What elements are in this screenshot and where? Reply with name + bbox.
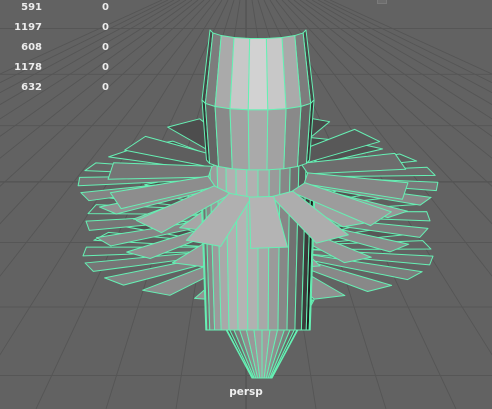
hud-row: 1178 0 bbox=[0, 62, 120, 78]
hud-row: 1197 0 bbox=[0, 22, 120, 38]
hud-value: 1197 bbox=[14, 22, 42, 33]
hud-value: 1178 bbox=[14, 62, 42, 73]
crown-face bbox=[229, 36, 251, 111]
perspective-viewport[interactable]: 591 0 1197 0 608 0 1178 0 632 0 persp bbox=[0, 0, 492, 409]
viewport-corner-marker bbox=[377, 0, 387, 4]
hud-row: 608 0 bbox=[0, 42, 120, 58]
crown-face bbox=[247, 38, 269, 111]
camera-label: persp bbox=[229, 386, 263, 398]
crown-face bbox=[247, 109, 269, 171]
crown-face bbox=[266, 108, 287, 171]
hud-value: 591 bbox=[21, 2, 42, 13]
body-face bbox=[235, 159, 249, 331]
hud-row: 591 0 bbox=[0, 2, 120, 18]
hud-value: 0 bbox=[102, 62, 109, 73]
hud-value: 632 bbox=[21, 82, 42, 93]
hud-value: 608 bbox=[21, 42, 42, 53]
crown-face bbox=[229, 108, 250, 171]
hud-value: 0 bbox=[102, 82, 109, 93]
hud-value: 0 bbox=[102, 22, 109, 33]
hud-value: 0 bbox=[102, 42, 109, 53]
crown-face bbox=[283, 105, 302, 170]
crown-face bbox=[214, 105, 233, 170]
hud-value: 0 bbox=[102, 2, 109, 13]
crown-face bbox=[265, 36, 287, 111]
hud-row: 632 0 bbox=[0, 82, 120, 98]
